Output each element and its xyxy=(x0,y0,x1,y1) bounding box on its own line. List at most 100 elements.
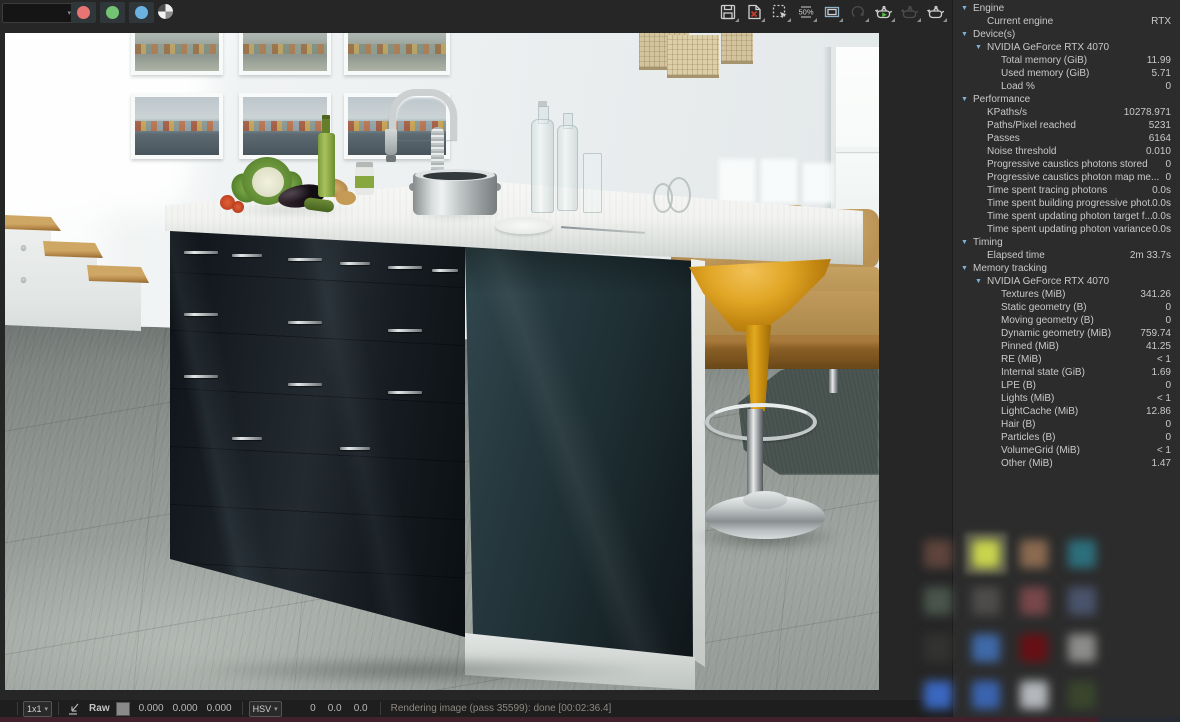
render-thumbnail[interactable] xyxy=(914,577,962,624)
color-mode-select[interactable]: HSV ▾ xyxy=(249,701,282,717)
stop-render-button[interactable] xyxy=(924,1,948,23)
scene-decanter xyxy=(653,163,693,213)
stat-value: 6164 xyxy=(1149,133,1171,144)
rgb-value: 0.000 xyxy=(164,703,198,714)
channel-select[interactable]: ▾ xyxy=(2,3,76,23)
stat-label: Progressive caustics photons stored xyxy=(987,159,1165,170)
render-thumbnail[interactable] xyxy=(914,530,962,577)
render-thumbnail[interactable] xyxy=(962,530,1010,577)
render-thumbnail[interactable] xyxy=(1010,624,1058,671)
render-status-text: Rendering image (pass 35599): done [00:0… xyxy=(391,703,612,714)
stats-row: Other (MiB)1.47 xyxy=(953,457,1180,470)
render-thumbnail[interactable] xyxy=(1058,530,1106,577)
stat-value: 12.86 xyxy=(1146,406,1171,417)
render-paused-button[interactable] xyxy=(898,1,922,23)
chevron-down-icon: ▾ xyxy=(274,705,278,713)
render-thumbnail[interactable] xyxy=(1010,577,1058,624)
collapse-arrow-icon[interactable]: ▼ xyxy=(961,239,973,246)
collapse-arrow-icon[interactable]: ▼ xyxy=(975,278,987,285)
stat-label: Pinned (MiB) xyxy=(1001,341,1146,352)
zoom-50-button[interactable]: 50% xyxy=(794,1,818,23)
stats-row: ▼NVIDIA GeForce RTX 4070 xyxy=(953,275,1180,288)
thumbnail-color xyxy=(1068,540,1096,568)
thumbnail-color xyxy=(1020,634,1048,662)
render-thumbnail[interactable] xyxy=(962,624,1010,671)
rgb-values: 0.0000.0000.000 xyxy=(130,703,232,714)
stat-label: Dynamic geometry (MiB) xyxy=(1001,328,1140,339)
thumbnail-color xyxy=(972,634,1000,662)
stats-row: Particles (B)0 xyxy=(953,431,1180,444)
collapse-arrow-icon[interactable]: ▼ xyxy=(975,44,987,51)
render-thumbnail[interactable] xyxy=(1058,577,1106,624)
render-thumbnail[interactable] xyxy=(914,624,962,671)
stat-value: 5231 xyxy=(1149,120,1171,131)
stats-row: Used memory (GiB)5.71 xyxy=(953,67,1180,80)
color-mode-value: HSV xyxy=(253,704,272,714)
collapse-arrow-icon[interactable]: ▼ xyxy=(961,5,973,12)
stat-label: Timing xyxy=(973,237,1171,248)
stat-value: 1.47 xyxy=(1152,458,1171,469)
pixel-color-swatch xyxy=(116,702,130,716)
letterbox-button[interactable] xyxy=(820,1,844,23)
stats-row: ▼Memory tracking xyxy=(953,262,1180,275)
stat-label: Textures (MiB) xyxy=(1001,289,1140,300)
collapse-arrow-icon[interactable]: ▼ xyxy=(961,265,973,272)
green-channel-button[interactable] xyxy=(100,2,125,23)
stats-row: Time spent updating photon variance...0.… xyxy=(953,223,1180,236)
stats-row: ▼Device(s) xyxy=(953,28,1180,41)
render-thumbnail[interactable] xyxy=(962,671,1010,718)
stats-row: Textures (MiB)341.26 xyxy=(953,288,1180,301)
stat-label: RE (MiB) xyxy=(1001,354,1157,365)
thumbnail-color xyxy=(1068,587,1096,615)
stat-value: < 1 xyxy=(1157,393,1171,404)
stop-render-icon xyxy=(927,3,945,21)
blue-channel-button[interactable] xyxy=(129,2,154,23)
render-thumbnail[interactable] xyxy=(1058,624,1106,671)
region-render-button[interactable] xyxy=(768,1,792,23)
stats-row: KPaths/s10278.971 xyxy=(953,106,1180,119)
green-channel-button-dot xyxy=(106,6,119,19)
stats-row: Noise threshold0.010 xyxy=(953,145,1180,158)
collapse-arrow-icon[interactable]: ▼ xyxy=(961,31,973,38)
pixel-ratio-select[interactable]: 1x1 ▾ xyxy=(23,701,52,717)
stats-row: Total memory (GiB)11.99 xyxy=(953,54,1180,67)
stat-label: Time spent updating photon variance... xyxy=(987,224,1152,235)
scene-glass-bottle xyxy=(531,101,552,211)
render-image[interactable] xyxy=(5,33,879,690)
clear-image-button[interactable] xyxy=(742,1,766,23)
render-thumbnail[interactable] xyxy=(962,577,1010,624)
alpha-channel-button[interactable] xyxy=(158,4,173,19)
stats-row: Load %0 xyxy=(953,80,1180,93)
stat-value: 0 xyxy=(1165,172,1171,183)
thumbnail-color xyxy=(924,540,952,568)
red-channel-button[interactable] xyxy=(71,2,96,23)
pixel-probe-icon[interactable] xyxy=(67,702,81,716)
stats-tree: ▼EngineCurrent engineRTX▼Device(s)▼NVIDI… xyxy=(953,2,1180,470)
stats-row: Pinned (MiB)41.25 xyxy=(953,340,1180,353)
stats-row: Dynamic geometry (MiB)759.74 xyxy=(953,327,1180,340)
stat-label: Device(s) xyxy=(973,29,1171,40)
collapse-arrow-icon[interactable]: ▼ xyxy=(961,96,973,103)
scene-picture-frame xyxy=(239,33,331,75)
render-thumbnail[interactable] xyxy=(1010,530,1058,577)
render-last-button[interactable] xyxy=(846,1,870,23)
stat-label: NVIDIA GeForce RTX 4070 xyxy=(987,276,1171,287)
stat-value: 0 xyxy=(1165,432,1171,443)
stats-row: LightCache (MiB)12.86 xyxy=(953,405,1180,418)
stat-value: 0 xyxy=(1165,302,1171,313)
stat-label: Other (MiB) xyxy=(1001,458,1152,469)
stat-label: Used memory (GiB) xyxy=(1001,68,1152,79)
clear-image-icon xyxy=(745,3,763,21)
scene-bar-stool xyxy=(681,251,833,549)
start-interactive-render-button[interactable] xyxy=(872,1,896,23)
stat-value: 0.0s xyxy=(1152,211,1171,222)
render-thumbnail[interactable] xyxy=(1010,671,1058,718)
render-thumbnail[interactable] xyxy=(1058,671,1106,718)
stat-label: VolumeGrid (MiB) xyxy=(1001,445,1157,456)
stats-row: Hair (B)0 xyxy=(953,418,1180,431)
save-image-button[interactable] xyxy=(716,1,740,23)
stat-label: NVIDIA GeForce RTX 4070 xyxy=(987,42,1171,53)
stat-label: Total memory (GiB) xyxy=(1001,55,1147,66)
stat-label: Hair (B) xyxy=(1001,419,1165,430)
render-thumbnail[interactable] xyxy=(914,671,962,718)
